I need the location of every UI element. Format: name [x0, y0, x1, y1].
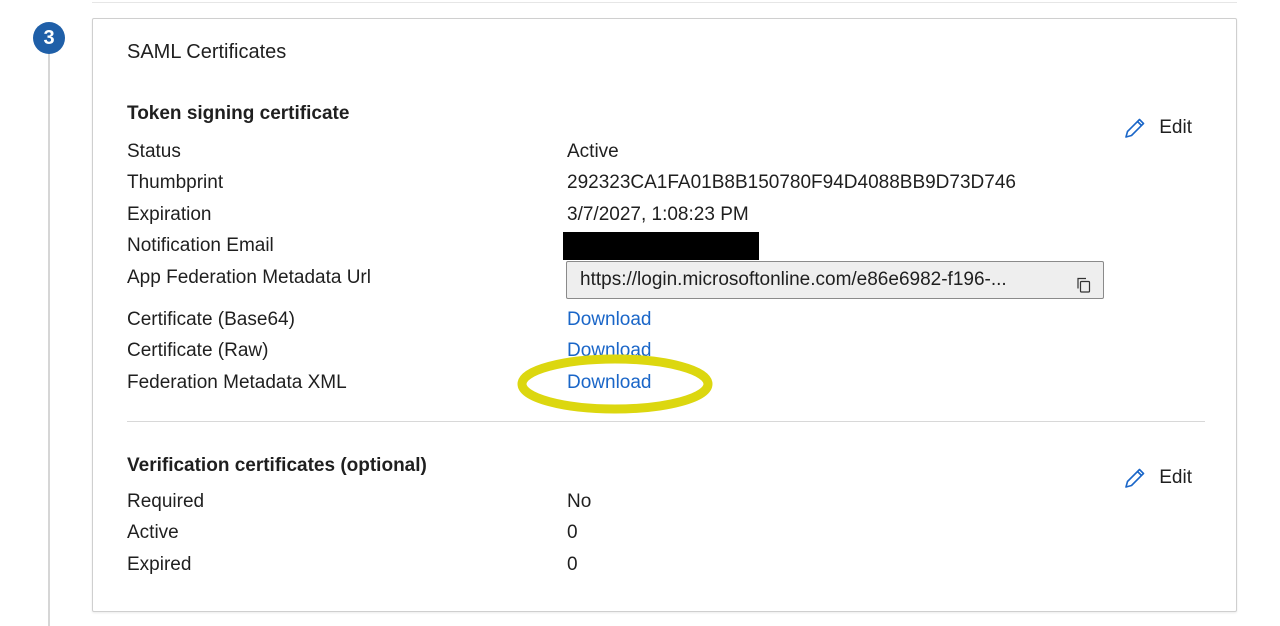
step-number-badge: 3 — [33, 22, 65, 54]
verification-edit-button[interactable]: Edit — [1123, 466, 1192, 490]
cert-base64-download-link[interactable]: Download — [567, 309, 652, 331]
status-value: Active — [567, 141, 619, 162]
expiration-value: 3/7/2027, 1:08:23 PM — [567, 204, 749, 225]
expired-label: Expired — [127, 554, 192, 575]
metadata-url-value: https://login.microsoftonline.com/e86e69… — [580, 269, 1007, 290]
metadata-url-field[interactable]: https://login.microsoftonline.com/e86e69… — [566, 261, 1104, 299]
verification-certificates-title: Verification certificates (optional) — [127, 455, 427, 476]
notification-email-label: Notification Email — [127, 235, 274, 256]
edit-label: Edit — [1159, 117, 1192, 138]
federation-xml-label: Federation Metadata XML — [127, 372, 347, 393]
cert-raw-download-link[interactable]: Download — [567, 340, 652, 362]
expiration-label: Expiration — [127, 204, 212, 225]
token-signing-edit-button[interactable]: Edit — [1123, 116, 1192, 140]
required-value: No — [567, 491, 592, 512]
cert-raw-label: Certificate (Raw) — [127, 340, 269, 361]
card-title: SAML Certificates — [127, 41, 287, 63]
edit-label: Edit — [1159, 467, 1192, 488]
required-label: Required — [127, 491, 205, 512]
active-label: Active — [127, 522, 179, 543]
token-signing-title: Token signing certificate — [127, 103, 350, 124]
section-divider — [127, 421, 1205, 422]
pencil-icon — [1123, 116, 1147, 140]
redacted-email — [563, 232, 759, 260]
expired-value: 0 — [567, 554, 578, 575]
saml-certificates-card: SAML Certificates Token signing certific… — [92, 18, 1237, 612]
federation-xml-download-link[interactable]: Download — [567, 372, 652, 394]
previous-card-edge — [92, 0, 1237, 3]
pencil-icon — [1123, 466, 1147, 490]
saml-certificates-page: 3 SAML Certificates Token signing certif… — [0, 0, 1280, 626]
metadata-url-label: App Federation Metadata Url — [127, 267, 371, 288]
cert-base64-label: Certificate (Base64) — [127, 309, 295, 330]
thumbprint-label: Thumbprint — [127, 172, 224, 193]
active-value: 0 — [567, 522, 578, 543]
step-connector-line — [48, 50, 50, 626]
copy-icon[interactable] — [1075, 271, 1093, 293]
thumbprint-value: 292323CA1FA01B8B150780F94D4088BB9D73D746 — [567, 172, 1016, 193]
status-label: Status — [127, 141, 181, 162]
